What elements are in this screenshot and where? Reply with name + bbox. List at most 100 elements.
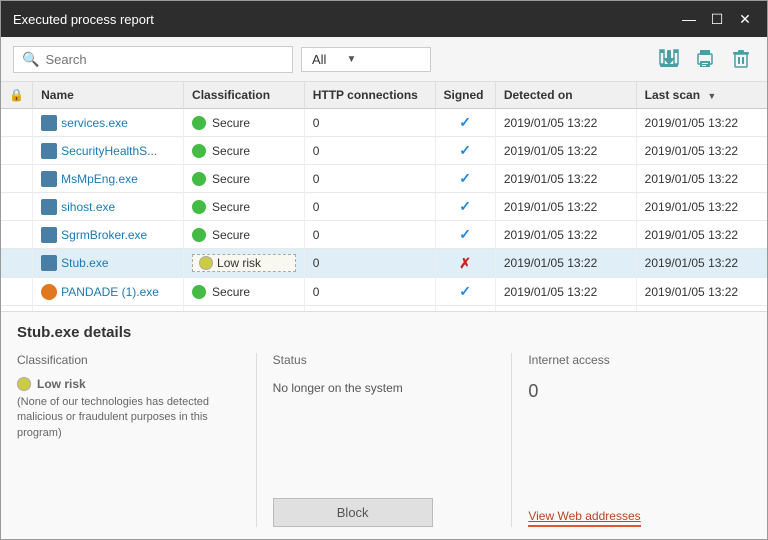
table-row[interactable]: Stub.exeLow risk0✗2019/01/05 13:222019/0…: [1, 249, 767, 278]
filter-label: All: [312, 52, 326, 67]
row-http-cell: 0: [304, 137, 435, 165]
status-dot-secure: [192, 285, 206, 299]
row-classification-cell: Secure: [184, 278, 305, 306]
table-row[interactable]: PANDADE (1).exeSecure0✓2019/01/05 13:222…: [1, 278, 767, 306]
row-name-cell: SecurityHealthS...: [33, 137, 184, 165]
col-detected[interactable]: Detected on: [495, 82, 636, 109]
row-detected-cell: 2019/01/05 13:22: [495, 137, 636, 165]
row-http-cell: 0: [304, 278, 435, 306]
process-icon: [41, 171, 57, 187]
row-name-cell: PANDADE (1).exe: [33, 278, 184, 306]
low-risk-badge: Low risk: [192, 254, 296, 272]
window-title: Executed process report: [13, 12, 154, 27]
row-signed-cell: ✓: [435, 193, 495, 221]
status-dot-secure: [192, 144, 206, 158]
row-last-scan-cell: 2019/01/05 13:22: [636, 137, 767, 165]
filter-dropdown[interactable]: All ▼: [301, 47, 431, 72]
table-row[interactable]: MsMpEng.exeSecure0✓2019/01/05 13:222019/…: [1, 165, 767, 193]
details-columns: Classification Low risk (None of our tec…: [17, 353, 751, 527]
row-name-cell: SgrmBroker.exe: [33, 221, 184, 249]
check-icon: ✓: [459, 170, 471, 186]
row-signed-cell: ✓: [435, 165, 495, 193]
row-last-scan-cell: 2019/01/05 13:22: [636, 109, 767, 137]
status-content: No longer on the system Block: [273, 377, 496, 527]
table-row[interactable]: SecurityHealthS...Secure0✓2019/01/05 13:…: [1, 137, 767, 165]
classification-text: Secure: [212, 144, 250, 158]
process-name-text: sihost.exe: [61, 200, 115, 214]
process-name[interactable]: sihost.exe: [41, 199, 175, 215]
print-button[interactable]: [691, 45, 719, 73]
classification-content: Low risk (None of our technologies has d…: [17, 377, 240, 527]
process-name[interactable]: PANDADE (1).exe: [41, 284, 175, 300]
status-dot-secure: [192, 116, 206, 130]
process-table-body: services.exeSecure0✓2019/01/05 13:222019…: [1, 109, 767, 313]
row-name-cell: MsMpEng.exe: [33, 165, 184, 193]
block-button[interactable]: Block: [273, 498, 433, 527]
row-classification-cell: Secure: [184, 221, 305, 249]
row-http-cell: 0: [304, 249, 435, 278]
table-row[interactable]: sihost.exeSecure0✓2019/01/05 13:222019/0…: [1, 193, 767, 221]
lock-icon: 🔒: [9, 88, 24, 102]
process-icon: [41, 143, 57, 159]
process-name[interactable]: MsMpEng.exe: [41, 171, 175, 187]
classification-label: Classification: [17, 353, 240, 367]
process-icon: [41, 284, 57, 300]
check-icon: ✓: [459, 198, 471, 214]
row-last-scan-cell: 2019/01/05 13:22: [636, 193, 767, 221]
col-classification[interactable]: Classification: [184, 82, 305, 109]
status-column: Status No longer on the system Block: [257, 353, 513, 527]
row-detected-cell: 2019/01/05 13:22: [495, 193, 636, 221]
row-classification-cell: Secure: [184, 137, 305, 165]
row-detected-cell: 2019/01/05 13:22: [495, 165, 636, 193]
process-name[interactable]: SgrmBroker.exe: [41, 227, 175, 243]
low-risk-description: (None of our technologies has detected m…: [17, 395, 240, 441]
main-window: Executed process report — ☐ ✕ 🔍 All ▼: [0, 0, 768, 540]
low-risk-label: Low risk: [17, 377, 240, 391]
toolbar-actions: [655, 45, 755, 73]
download-button[interactable]: [655, 45, 683, 73]
row-lock-cell: [1, 165, 33, 193]
minimize-button[interactable]: —: [679, 11, 699, 27]
search-input[interactable]: [45, 52, 284, 67]
close-button[interactable]: ✕: [735, 11, 755, 28]
details-title: Stub.exe details: [17, 324, 751, 341]
sort-icon: ▼: [707, 91, 716, 101]
process-name[interactable]: services.exe: [41, 115, 175, 131]
title-controls: — ☐ ✕: [679, 11, 755, 28]
process-icon: [41, 255, 57, 271]
classification-cell: Secure: [192, 228, 296, 242]
download-icon: [658, 48, 680, 70]
process-name-text: SecurityHealthS...: [61, 144, 157, 158]
classification-text: Secure: [212, 200, 250, 214]
col-signed[interactable]: Signed: [435, 82, 495, 109]
row-classification-cell: Secure: [184, 193, 305, 221]
row-lock-cell: [1, 278, 33, 306]
status-dot-secure: [192, 172, 206, 186]
classification-cell: Secure: [192, 200, 296, 214]
process-name[interactable]: SecurityHealthS...: [41, 143, 175, 159]
table-row[interactable]: services.exeSecure0✓2019/01/05 13:222019…: [1, 109, 767, 137]
row-last-scan-cell: 2019/01/05 13:22: [636, 165, 767, 193]
process-name[interactable]: Stub.exe: [41, 255, 175, 271]
process-table-container: 🔒 Name Classification HTTP connections S…: [1, 82, 767, 312]
view-web-addresses-link[interactable]: View Web addresses: [528, 509, 640, 527]
low-risk-dot: [17, 377, 31, 391]
row-classification-cell: Secure: [184, 109, 305, 137]
search-icon: 🔍: [22, 51, 39, 68]
row-classification-cell: Low risk: [184, 249, 305, 278]
col-name[interactable]: Name: [33, 82, 184, 109]
search-box[interactable]: 🔍: [13, 46, 293, 73]
check-icon: ✓: [459, 283, 471, 299]
col-last-scan[interactable]: Last scan ▼: [636, 82, 767, 109]
print-icon: [694, 48, 716, 70]
maximize-button[interactable]: ☐: [707, 11, 727, 28]
row-signed-cell: ✓: [435, 278, 495, 306]
row-last-scan-cell: 2019/01/05 13:22: [636, 278, 767, 306]
table-row[interactable]: SgrmBroker.exeSecure0✓2019/01/05 13:2220…: [1, 221, 767, 249]
low-risk-text: Low risk: [37, 377, 86, 391]
row-lock-cell: [1, 109, 33, 137]
internet-access-column: Internet access 0 View Web addresses: [512, 353, 751, 527]
col-http[interactable]: HTTP connections: [304, 82, 435, 109]
title-bar-left: Executed process report: [13, 12, 154, 27]
delete-button[interactable]: [727, 45, 755, 73]
